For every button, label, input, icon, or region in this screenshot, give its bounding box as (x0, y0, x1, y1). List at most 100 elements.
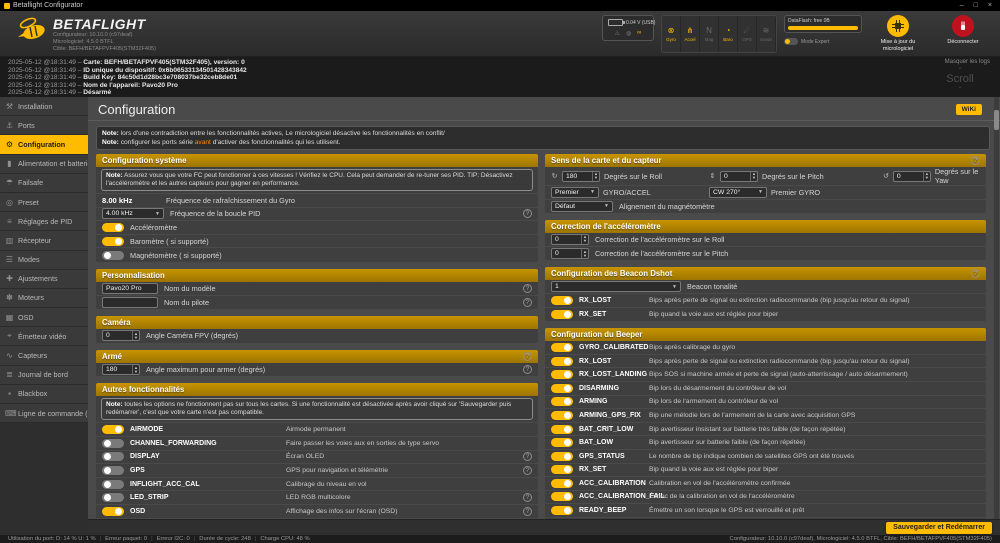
content-scrollbar[interactable] (994, 97, 999, 519)
help-icon[interactable]: ? (523, 507, 532, 516)
toggle-on[interactable] (551, 492, 573, 501)
hide-logs-link[interactable]: Masquer les logs (945, 59, 990, 65)
stepper-arrows[interactable]: ▲▼ (581, 249, 588, 258)
toggle-on[interactable] (551, 357, 573, 366)
orientation-group: ↺0▲▼Degrés sur le Yaw (883, 167, 980, 185)
stepper-arrows[interactable]: ▲▼ (581, 235, 588, 244)
number-stepper[interactable]: 180▲▼ (102, 364, 140, 375)
toggle-on[interactable] (102, 507, 124, 516)
row-feature: RX_SETBip quand la voie aux est réglée p… (545, 308, 986, 322)
sidebar-item-installation[interactable]: ⚒Installation (0, 97, 88, 116)
stepper-arrows[interactable]: ▲▼ (592, 172, 599, 181)
sidebar-item-blackbox[interactable]: ▪Blackbox (0, 385, 88, 404)
toggle-on[interactable] (551, 310, 573, 319)
number-stepper[interactable]: 0▲▼ (551, 248, 589, 259)
scroll-down-icon[interactable]: ⌄ (930, 85, 990, 90)
toggle-on[interactable] (551, 343, 573, 352)
sidebar-item-journal-de-bord[interactable]: ≣Journal de bord (0, 366, 88, 385)
stepper-arrows[interactable]: ▲▼ (132, 365, 139, 374)
firmware-update-button[interactable]: Mise à jour du micrologiciel (869, 15, 927, 52)
disconnect-button[interactable]: Déconnecter (934, 15, 992, 46)
help-icon[interactable]: ? (523, 352, 532, 361)
sidebar-item-alimentation-et-batterie[interactable]: ▮Alimentation et batterie (0, 155, 88, 174)
toggle-off[interactable] (102, 480, 124, 489)
wiki-button[interactable]: WiKi (956, 104, 982, 115)
number-stepper[interactable]: 0▲▼ (893, 171, 931, 182)
toggle-off[interactable] (102, 452, 124, 461)
help-icon[interactable]: ? (523, 452, 532, 461)
help-icon[interactable]: ? (523, 209, 532, 218)
help-icon[interactable]: ? (971, 156, 980, 165)
logo-sub-line: Cible: BEFH/BETAFPVF405(STM32F405) (53, 46, 156, 53)
close-button[interactable]: × (988, 2, 992, 9)
toggle-on[interactable] (551, 370, 573, 379)
feature-description: Écran OLED (286, 453, 511, 460)
feature-description: Bips après calibrage du gyro (649, 344, 980, 351)
sidebar-item-preset[interactable]: ◎Preset (0, 193, 88, 212)
sidebar-item-osd[interactable]: ▦OSD (0, 308, 88, 327)
select-dropdown[interactable]: CW 270°▼ (709, 187, 767, 198)
help-icon[interactable]: ? (523, 298, 532, 307)
usb-plug-icon (957, 20, 969, 32)
toggle-on[interactable] (551, 397, 573, 406)
row-feature: ACC_CALIBRATIONCalibration en vol de l'a… (545, 477, 986, 491)
toggle-on[interactable] (102, 223, 124, 232)
static-value: 8.00 kHz (102, 196, 160, 205)
scrollbar-thumb[interactable] (994, 110, 999, 130)
sidebar-item-ajustements[interactable]: ✚Ajustements (0, 270, 88, 289)
text-input[interactable] (102, 297, 158, 308)
row-label: Beacon tonalité (687, 282, 737, 291)
toggle-on[interactable] (551, 438, 573, 447)
number-stepper[interactable]: 180▲▼ (562, 171, 600, 182)
toggle-on[interactable] (551, 479, 573, 488)
log-scroll-control[interactable]: ⌃ Scroll ⌄ (930, 69, 990, 90)
toggle-on[interactable] (551, 411, 573, 420)
toggle-off[interactable] (102, 439, 124, 448)
toggle-on[interactable] (551, 452, 573, 461)
toggle-off[interactable] (102, 251, 124, 260)
stepper-arrows[interactable]: ▲▼ (750, 172, 757, 181)
number-stepper[interactable]: 0▲▼ (720, 171, 758, 182)
help-icon[interactable]: ? (523, 466, 532, 475)
select-dropdown[interactable]: Premier▼ (551, 187, 599, 198)
stepper-arrows[interactable]: ▲▼ (923, 172, 930, 181)
sidebar-item-label: Configuration (18, 140, 65, 149)
toggle-off[interactable] (102, 493, 124, 502)
sidebar-item-ports[interactable]: ⚓Ports (0, 116, 88, 135)
expert-mode-toggle[interactable] (784, 38, 798, 45)
text-input[interactable]: Pavo20 Pro (102, 283, 158, 294)
stepper-arrows[interactable]: ▲▼ (132, 331, 139, 340)
select-dropdown[interactable]: Défaut▼ (551, 201, 613, 212)
save-reboot-button[interactable]: Sauvegarder et Redémarrer (886, 522, 992, 534)
select-dropdown[interactable]: 4.00 kHz▼ (102, 208, 164, 219)
status-left: Utilisation du port: D: 14 % U: 1 %|Erre… (8, 536, 310, 542)
toggle-on[interactable] (551, 425, 573, 434)
maximize-button[interactable]: □ (974, 2, 978, 9)
sidebar-item-r-cepteur[interactable]: ▥Récepteur (0, 231, 88, 250)
sidebar-item-ligne-de-commande-cli-[interactable]: ⌨Ligne de commande (CLI) (0, 404, 88, 423)
sidebar-item-modes[interactable]: ☰Modes (0, 251, 88, 270)
number-stepper[interactable]: 0▲▼ (551, 234, 589, 245)
sidebar-item-r-glages-de-pid[interactable]: ≡Réglages de PID (0, 212, 88, 231)
sidebar-item-failsafe[interactable]: ☂Failsafe (0, 174, 88, 193)
toggle-on[interactable] (551, 384, 573, 393)
number-stepper[interactable]: 0▲▼ (102, 330, 140, 341)
toggle-on[interactable] (551, 506, 573, 515)
help-icon[interactable]: ? (523, 365, 532, 374)
help-icon[interactable]: ? (523, 493, 532, 502)
help-icon[interactable]: ? (523, 284, 532, 293)
minimize-button[interactable]: – (960, 2, 964, 9)
select-dropdown[interactable]: 1▼ (551, 281, 681, 292)
toggle-on[interactable] (102, 425, 124, 434)
toggle-on[interactable] (551, 296, 573, 305)
toggle-on[interactable] (102, 237, 124, 246)
sidebar-item-configuration[interactable]: ⚙Configuration (0, 135, 88, 154)
feature-description: Bip lors du désarmement du contrôleur de… (649, 385, 980, 392)
toggle-off[interactable] (102, 466, 124, 475)
sidebar-item-capteurs[interactable]: ∿Capteurs (0, 346, 88, 365)
sidebar-item--metteur-vid-o[interactable]: ⌖Émetteur vidéo (0, 327, 88, 346)
section-title: Sens de la carte et du capteur (551, 156, 662, 165)
help-icon[interactable]: ? (971, 269, 980, 278)
toggle-on[interactable] (551, 465, 573, 474)
sidebar-item-moteurs[interactable]: ✽Moteurs (0, 289, 88, 308)
